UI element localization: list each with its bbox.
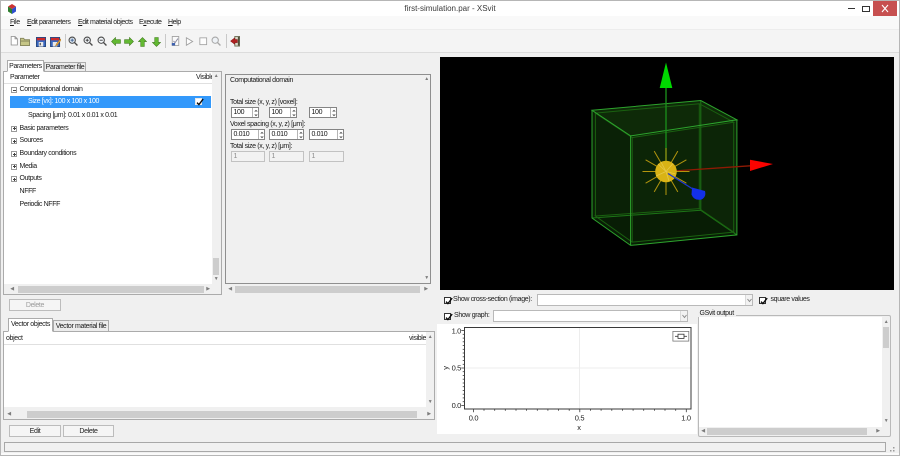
svg-text:0.5: 0.5 bbox=[575, 414, 585, 423]
svg-text:y: y bbox=[441, 366, 450, 370]
svg-text:1.0: 1.0 bbox=[452, 327, 462, 336]
svg-text:x: x bbox=[577, 423, 581, 432]
svg-text:0.5: 0.5 bbox=[452, 364, 462, 373]
svg-text:1.0: 1.0 bbox=[681, 414, 691, 423]
svg-text:0.0: 0.0 bbox=[469, 414, 479, 423]
svg-text:0.0: 0.0 bbox=[452, 401, 462, 410]
